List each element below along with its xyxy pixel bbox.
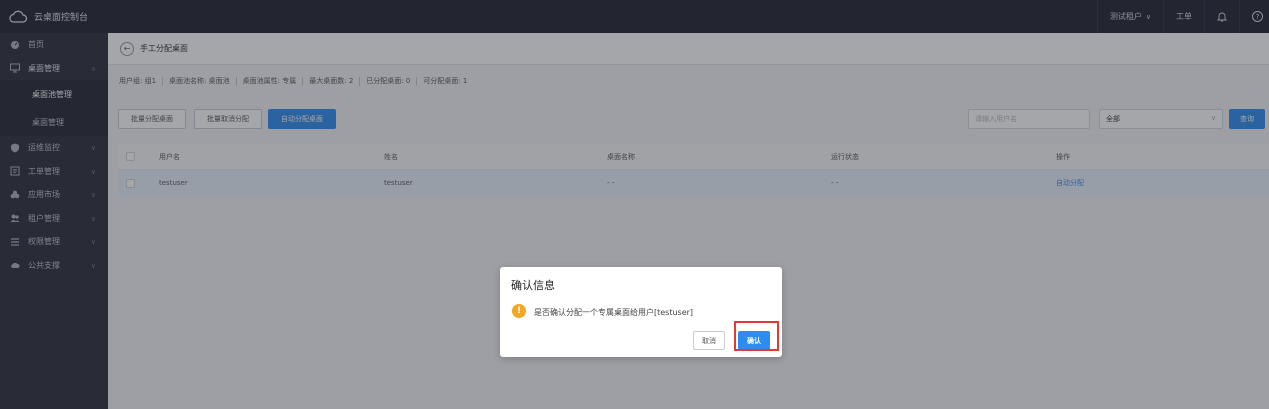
warning-icon: !: [512, 304, 526, 318]
cancel-button[interactable]: 取消: [693, 331, 725, 350]
confirm-highlight-box: [734, 321, 779, 351]
dialog-message: 是否确认分配一个专属桌面给用户[testuser]: [534, 308, 694, 317]
dialog-title: 确认信息: [511, 279, 555, 292]
